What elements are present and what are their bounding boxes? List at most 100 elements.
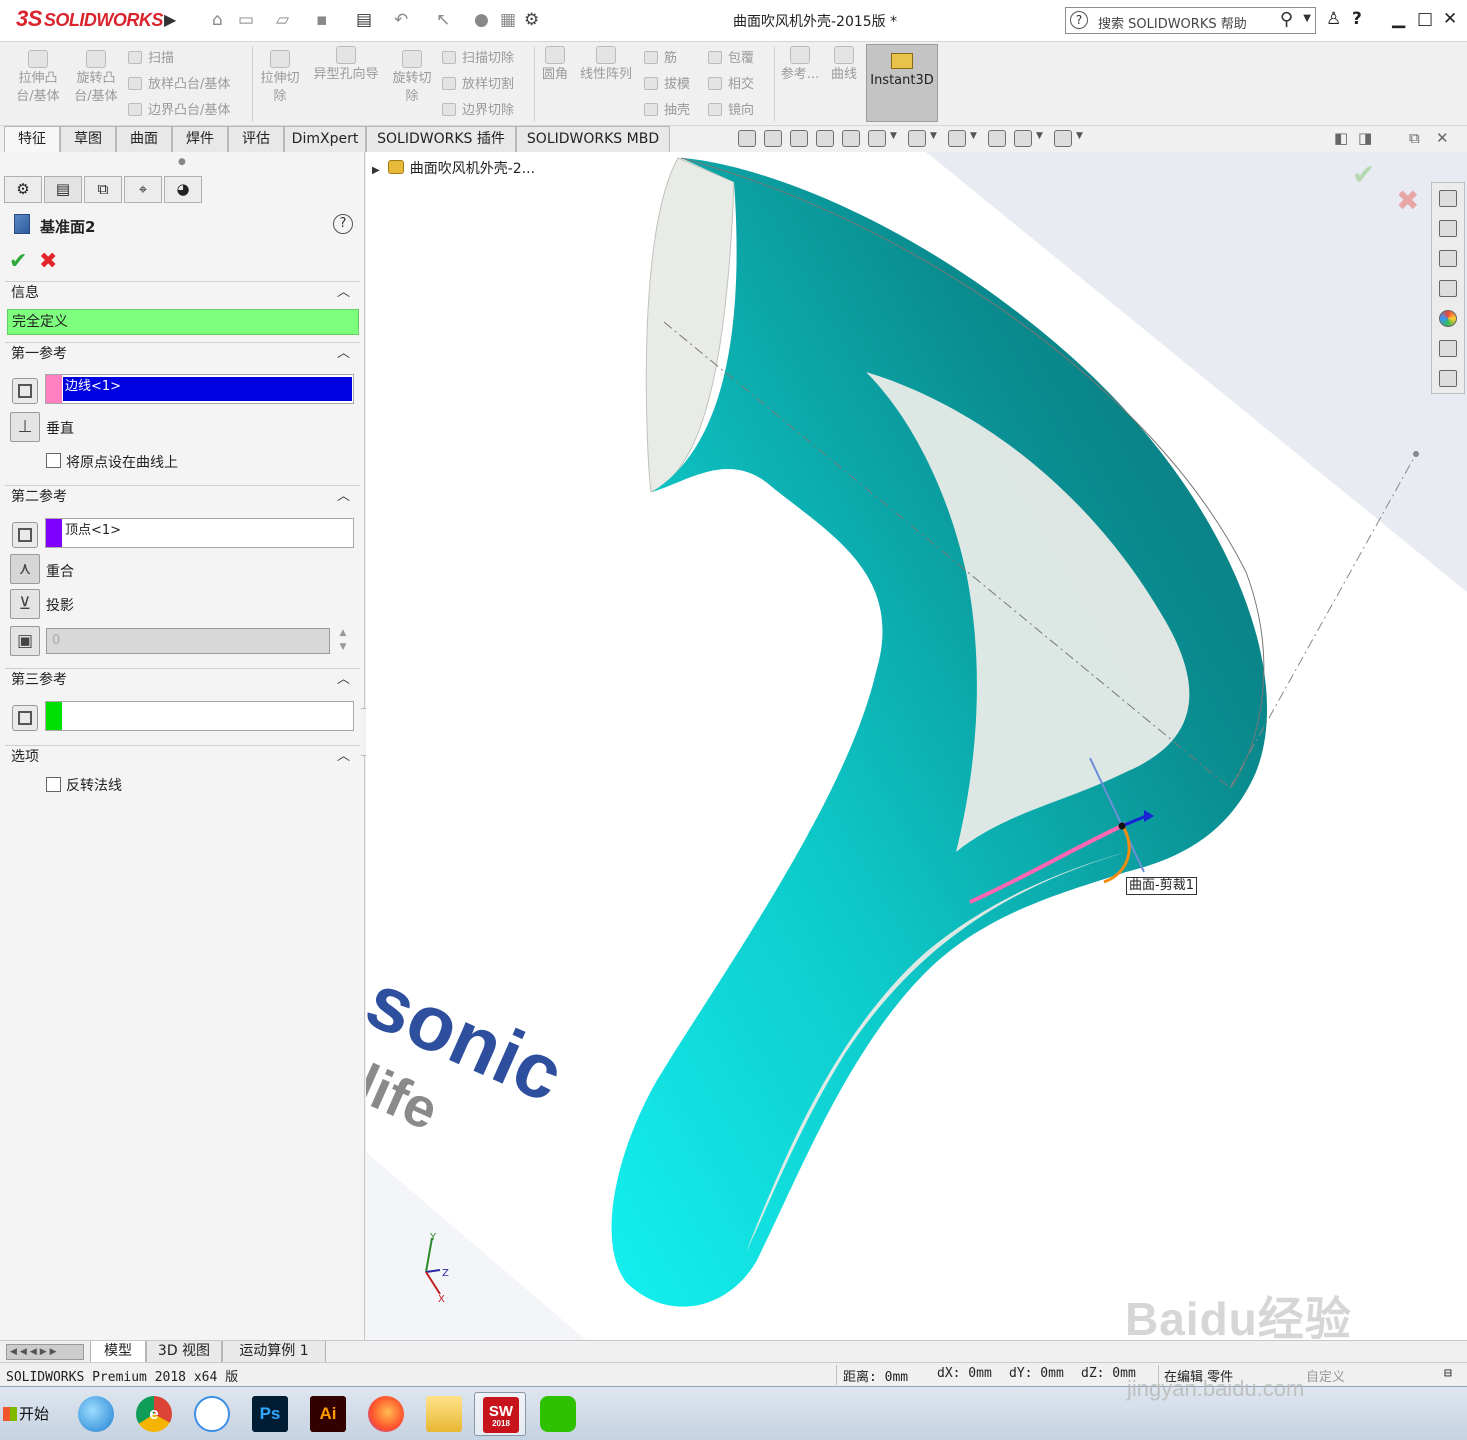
collapse-chevron-icon[interactable]: ︿ xyxy=(337,282,350,304)
search-icon[interactable]: ⚲ xyxy=(1280,9,1293,30)
apply-scene-icon[interactable] xyxy=(1014,130,1032,147)
ok-button[interactable]: ✔ xyxy=(9,249,27,274)
linear-pattern-button[interactable]: 线性阵列 xyxy=(576,46,636,84)
perpendicular-icon[interactable]: ⊥ xyxy=(10,412,40,442)
zoom-area-icon[interactable] xyxy=(764,130,782,147)
loft-button[interactable]: 放样凸台/基体 xyxy=(128,73,230,92)
view-orientation-icon[interactable] xyxy=(868,130,886,147)
revolve-boss-button[interactable]: 旋转凸 台/基体 xyxy=(68,50,124,106)
edit-appearance-icon[interactable] xyxy=(988,130,1006,147)
third-reference-selection[interactable] xyxy=(45,701,354,731)
configuration-manager-tab-icon[interactable]: ⧉ xyxy=(84,176,122,203)
tab-navigation-arrows-icon[interactable]: ◀◀◀▶▶ xyxy=(6,1344,84,1360)
help-button[interactable]: ? xyxy=(333,214,353,234)
tab-sketch[interactable]: 草图 xyxy=(60,126,116,152)
fillet-button[interactable]: 圆角 xyxy=(538,46,572,84)
user-icon[interactable]: ♙ xyxy=(1326,9,1341,29)
tab-weldments[interactable]: 焊件 xyxy=(172,126,228,152)
search-help-input[interactable]: ? 搜索 SOLIDWORKS 帮助 ⚲ ▼ xyxy=(1065,7,1316,34)
boundary-boss-button[interactable]: 边界凸台/基体 xyxy=(128,99,230,118)
section-options-header[interactable]: 选项 ︿ xyxy=(5,745,360,769)
zoom-to-fit-icon[interactable] xyxy=(738,130,756,147)
solidworks-logo[interactable]: 3S SOLIDWORKS xyxy=(16,6,163,32)
section-view-icon[interactable] xyxy=(816,130,834,147)
tab-motion-study[interactable]: 运动算例 1 xyxy=(222,1341,326,1363)
tab-dimxpert[interactable]: DimXpert xyxy=(284,126,366,152)
expand-arrow-icon[interactable]: ▶ xyxy=(372,165,380,176)
distance-icon[interactable]: ▣ xyxy=(10,626,40,656)
browser-app[interactable] xyxy=(70,1392,122,1436)
baidu-cloud-app[interactable] xyxy=(186,1392,238,1436)
intersect-button[interactable]: 相交 xyxy=(708,73,754,92)
custom-properties-icon[interactable] xyxy=(1439,340,1457,357)
previous-view-icon[interactable] xyxy=(790,130,808,147)
instant3d-button[interactable]: Instant3D xyxy=(866,44,938,122)
distance-spinner[interactable]: ▲ ▼ xyxy=(334,626,352,656)
illustrator-app[interactable]: Ai xyxy=(302,1392,354,1436)
graphics-area[interactable]: sonic life Y Z X ▶ 曲面吹风机外壳-2... 曲面-剪裁1 ✔ … xyxy=(366,152,1467,1340)
undo-icon[interactable]: ↶ xyxy=(394,10,408,30)
distance-input[interactable]: 0 xyxy=(46,628,330,654)
forum-icon[interactable] xyxy=(1439,370,1457,387)
tab-evaluate[interactable]: 评估 xyxy=(228,126,284,152)
lofted-cut-button[interactable]: 放样切割 xyxy=(442,73,514,92)
first-reference-selection[interactable]: 边线<1> xyxy=(45,374,354,404)
extrude-boss-button[interactable]: 拉伸凸 台/基体 xyxy=(12,50,64,106)
viewport-restore-icon[interactable]: ◧ xyxy=(1334,129,1348,147)
options-gear-icon[interactable]: ⚙ xyxy=(524,10,539,30)
chrome-app[interactable]: e xyxy=(128,1392,180,1436)
revolve-cut-button[interactable]: 旋转切 除 xyxy=(388,50,436,106)
home-icon[interactable] xyxy=(1439,190,1457,207)
wrap-button[interactable]: 包覆 xyxy=(708,47,754,66)
new-document-icon[interactable]: ▭ xyxy=(238,10,254,30)
origin-on-curve-checkbox[interactable] xyxy=(46,453,61,468)
collapse-chevron-icon[interactable]: ︿ xyxy=(337,746,350,768)
chevron-down-icon[interactable]: ▼ xyxy=(1036,131,1043,141)
swept-cut-button[interactable]: 扫描切除 xyxy=(442,47,514,66)
dimxpert-manager-tab-icon[interactable]: ⌖ xyxy=(124,176,162,203)
second-reference-value[interactable]: 顶点<1> xyxy=(63,521,121,545)
file-explorer-icon[interactable] xyxy=(1439,280,1457,297)
display-style-icon[interactable] xyxy=(908,130,926,147)
confirm-ok-icon[interactable]: ✔ xyxy=(1352,158,1375,191)
flip-normal-checkbox[interactable] xyxy=(46,777,61,792)
chevron-down-icon[interactable]: ▼ xyxy=(930,131,937,141)
close-button[interactable]: ✕ xyxy=(1443,9,1457,29)
units-selector[interactable]: 自定义 xyxy=(1306,1366,1345,1385)
menu-expand-icon[interactable]: ▶ xyxy=(164,10,176,29)
feature-tree-flyout[interactable]: ▶ 曲面吹风机外壳-2... xyxy=(372,158,535,178)
tab-model[interactable]: 模型 xyxy=(90,1341,146,1363)
display-manager-tab-icon[interactable]: ◕ xyxy=(164,176,202,203)
mirror-button[interactable]: 镜向 xyxy=(708,99,754,118)
panel-grip[interactable]: ● xyxy=(178,157,186,167)
chevron-down-icon[interactable]: ▼ xyxy=(970,131,977,141)
chevron-down-icon[interactable]: ▼ xyxy=(890,131,897,141)
collapse-chevron-icon[interactable]: ︿ xyxy=(337,669,350,691)
sweep-button[interactable]: 扫描 xyxy=(128,47,174,66)
minimize-button[interactable]: ▁ xyxy=(1392,9,1405,29)
tab-surfaces[interactable]: 曲面 xyxy=(116,126,172,152)
home-icon[interactable]: ⌂ xyxy=(212,10,223,30)
3d-content-icon[interactable] xyxy=(1439,220,1457,237)
section-second-reference-header[interactable]: 第二参考 ︿ xyxy=(5,485,360,509)
section-first-reference-header[interactable]: 第一参考 ︿ xyxy=(5,342,360,366)
selected-vertex[interactable] xyxy=(1118,822,1126,830)
property-manager-tab-icon[interactable]: ▤ xyxy=(44,176,82,203)
shell-button[interactable]: 抽壳 xyxy=(644,99,690,118)
reference-geometry-button[interactable]: 参考... xyxy=(778,46,822,84)
hide-show-items-icon[interactable] xyxy=(948,130,966,147)
tab-mbd[interactable]: SOLIDWORKS MBD xyxy=(516,126,670,152)
dynamic-annotation-icon[interactable] xyxy=(842,130,860,147)
boundary-cut-button[interactable]: 边界切除 xyxy=(442,99,514,118)
firefox-app[interactable] xyxy=(360,1392,412,1436)
open-folder-icon[interactable]: ▱ xyxy=(276,10,289,30)
appearances-icon[interactable] xyxy=(1439,310,1457,327)
wechat-app[interactable] xyxy=(532,1392,584,1436)
print-icon[interactable]: ▤ xyxy=(356,10,372,30)
feature-manager-tab-icon[interactable]: ⚙ xyxy=(4,176,42,203)
section-info-header[interactable]: 信息 ︿ xyxy=(5,281,360,305)
projection-icon[interactable]: ⊻ xyxy=(10,589,40,619)
view-settings-icon[interactable] xyxy=(1054,130,1072,147)
chevron-down-icon[interactable]: ▼ xyxy=(1076,131,1083,141)
tab-3d-views[interactable]: 3D 视图 xyxy=(146,1341,222,1363)
